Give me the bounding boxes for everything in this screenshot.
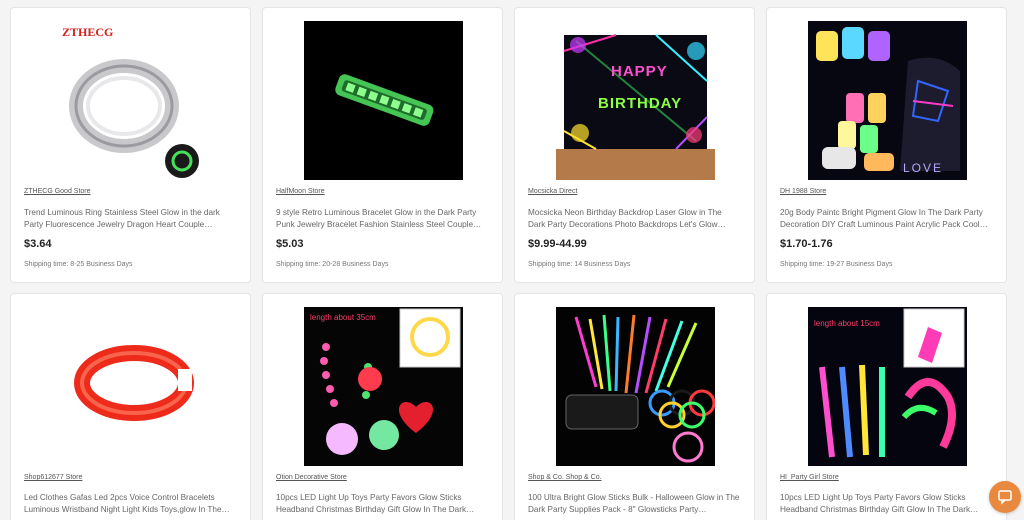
shipping-time: Shipping time: 14 Business Days (528, 261, 631, 268)
product-title[interactable]: Mocsicka Neon Birthday Backdrop Laser Gl… (528, 207, 740, 231)
paint-jars-icon[interactable]: LOVE (808, 21, 967, 180)
store-link[interactable]: Mocsicka Direct (528, 188, 577, 195)
product-price: $3.64 (24, 238, 52, 250)
backdrop-birthday-text: BIRTHDAY (598, 95, 683, 112)
product-card[interactable]: HalfMoon Store 9 style Retro Luminous Br… (262, 7, 503, 283)
chat-icon (997, 489, 1013, 505)
product-title[interactable]: 20g Body Paintc Bright Pigment Glow In T… (780, 207, 992, 231)
chat-button[interactable] (989, 481, 1021, 513)
backdrop-happy-text: HAPPY (611, 63, 668, 80)
product-grid: ZTHECG ZTHECG Good Store Trend Luminous … (0, 0, 1024, 520)
glow-sticks-icon[interactable] (556, 307, 715, 466)
length-label: length about 15cm (814, 319, 880, 328)
store-link[interactable]: ZTHECG Good Store (24, 188, 91, 195)
product-card[interactable]: LOVE DH 1988 Store 20g Body Paintc Brigh… (766, 7, 1007, 283)
product-card[interactable]: Shop612677 Store Led Clothes Gafas Led 2… (10, 293, 251, 520)
product-title[interactable]: Led Clothes Gafas Led 2pcs Voice Control… (24, 492, 236, 516)
product-card[interactable]: Shop & Co. Shop & Co. 100 Ultra Bright G… (514, 293, 755, 520)
slingshot-icon[interactable]: length about 15cm (808, 307, 967, 466)
product-card[interactable]: length about 15cm HI_Party Girl Store 10… (766, 293, 1007, 520)
store-link[interactable]: HI_Party Girl Store (780, 474, 839, 481)
product-title[interactable]: Trend Luminous Ring Stainless Steel Glow… (24, 207, 236, 231)
product-title[interactable]: 9 style Retro Luminous Bracelet Glow in … (276, 207, 488, 231)
product-card[interactable]: ZTHECG ZTHECG Good Store Trend Luminous … (10, 7, 251, 283)
shipping-time: Shipping time: 20-28 Business Days (276, 261, 389, 268)
bracelet-icon[interactable] (304, 21, 463, 180)
length-label: length about 35cm (310, 313, 376, 322)
store-link[interactable]: Shop & Co. Shop & Co. (528, 474, 602, 481)
product-title[interactable]: 100 Ultra Bright Glow Sticks Bulk - Hall… (528, 492, 740, 516)
product-price: $9.99-44.99 (528, 238, 587, 250)
brand-text: ZTHECG (62, 25, 114, 39)
product-title[interactable]: 10pcs LED Light Up Toys Party Favors Glo… (276, 492, 488, 516)
necklaces-icon[interactable]: length about 35cm (304, 307, 463, 466)
store-link[interactable]: DH 1988 Store (780, 188, 826, 195)
product-card[interactable]: length about 35cm Otion Decorative Store… (262, 293, 503, 520)
shipping-time: Shipping time: 8-25 Business Days (24, 261, 133, 268)
product-title[interactable]: 10pcs LED Light Up Toys Party Favors Glo… (780, 492, 992, 516)
led-bracelet-icon[interactable] (52, 307, 211, 466)
ring-icon[interactable]: ZTHECG (52, 21, 211, 180)
product-card[interactable]: HAPPY BIRTHDAY Mocsicka Direct Mocsicka … (514, 7, 755, 283)
store-link[interactable]: Shop612677 Store (24, 474, 82, 481)
product-price: $1.70-1.76 (780, 238, 833, 250)
product-price: $5.03 (276, 238, 304, 250)
backdrop-icon[interactable]: HAPPY BIRTHDAY (556, 21, 715, 180)
store-link[interactable]: HalfMoon Store (276, 188, 325, 195)
store-link[interactable]: Otion Decorative Store (276, 474, 347, 481)
love-text: LOVE (903, 161, 944, 175)
shipping-time: Shipping time: 19-27 Business Days (780, 261, 893, 268)
